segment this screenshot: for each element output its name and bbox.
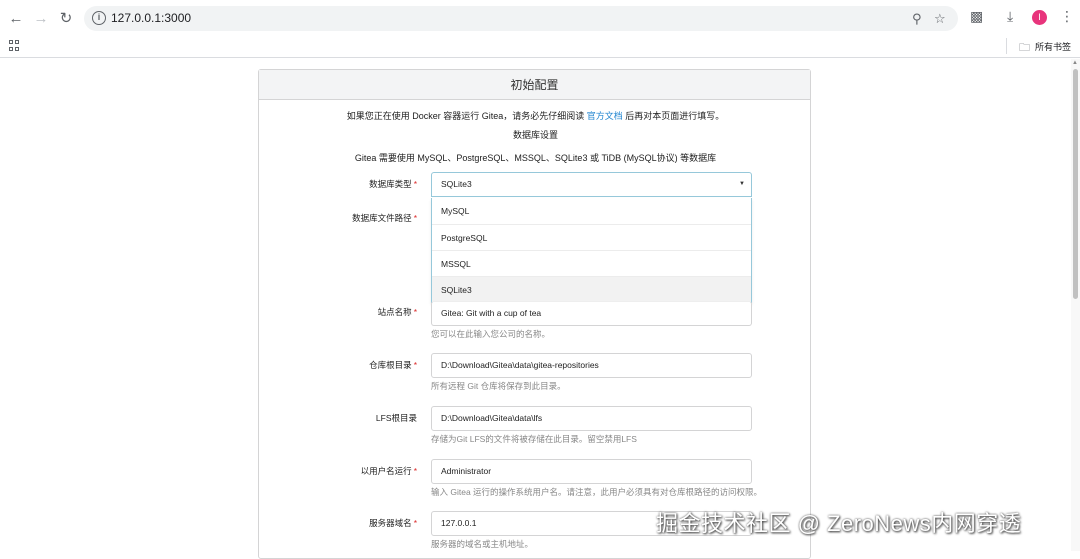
scrollbar-thumb[interactable]	[1073, 69, 1078, 299]
db-option-sqlite3[interactable]: SQLite3	[432, 276, 751, 302]
folder-icon[interactable]: 🗀	[1019, 39, 1030, 58]
menu-kebab-icon[interactable]: ⋮	[1060, 8, 1074, 25]
db-path-label: 数据库文件路径 *	[352, 213, 417, 223]
download-icon[interactable]: ⤓	[1007, 8, 1013, 25]
official-docs-link[interactable]: 官方文档	[587, 111, 623, 121]
site-name-label: 站点名称 *	[377, 307, 417, 317]
repo-root-input[interactable]: D:\Download\Gitea\data\gitea-repositorie…	[431, 353, 752, 378]
lfs-root-input[interactable]: D:\Download\Gitea\data\lfs	[431, 406, 752, 431]
db-requirements-text: Gitea 需要使用 MySQL、PostgreSQL、MSSQL、SQLite…	[354, 153, 717, 163]
domain-help: 服务器的域名或主机地址。	[431, 539, 534, 549]
repo-root-help: 所有远程 Git 仓库将保存到此目录。	[431, 381, 566, 391]
back-icon[interactable]: ←	[6, 8, 26, 28]
chevron-down-icon: ▼	[739, 181, 745, 187]
browser-toolbar: ← → ↻ i 127.0.0.1:3000 ⚲ ☆ ▩ ⤓ I ⋮	[0, 0, 1080, 36]
run-user-input[interactable]: Administrator	[431, 459, 752, 484]
bookmarks-divider	[1006, 38, 1007, 54]
extensions-icon[interactable]: ▩	[970, 8, 983, 25]
db-option-postgresql[interactable]: PostgreSQL	[432, 224, 751, 250]
docker-notice: 如果您正在使用 Docker 容器运行 Gitea，请务必先仔细阅读 官方文档 …	[259, 109, 812, 122]
db-type-dropdown-menu: MySQL PostgreSQL MSSQL SQLite3	[431, 198, 752, 303]
site-info-icon[interactable]: i	[92, 11, 106, 25]
site-name-help: 您可以在此输入您公司的名称。	[431, 329, 551, 339]
apps-grid-icon[interactable]	[9, 40, 20, 51]
zoom-icon[interactable]: ⚲	[912, 11, 922, 27]
all-bookmarks-link[interactable]: 所有书签	[1035, 40, 1071, 53]
watermark: 掘金技术社区 @ ZeroNews内网穿透	[656, 511, 1022, 536]
db-section-title: 数据库设置	[512, 130, 558, 140]
db-type-label: 数据库类型 *	[369, 179, 417, 189]
docker-notice-suffix: 后再对本页面进行填写。	[625, 111, 725, 121]
run-user-help: 输入 Gitea 运行的操作系统用户名。请注意，此用户必须具有对仓库根路径的访问…	[431, 487, 763, 497]
repo-root-label: 仓库根目录 *	[369, 360, 417, 370]
lfs-root-label: LFS根目录	[375, 413, 417, 423]
reload-icon[interactable]: ↻	[56, 8, 76, 28]
bookmarks-bar: 🗀 所有书签	[0, 36, 1080, 58]
scroll-up-icon[interactable]: ▲	[1072, 60, 1078, 66]
docker-notice-text: 如果您正在使用 Docker 容器运行 Gitea，请务必先仔细阅读	[346, 111, 585, 121]
page-title: 初始配置	[259, 70, 810, 100]
profile-avatar[interactable]: I	[1032, 10, 1047, 25]
url-text[interactable]: 127.0.0.1:3000	[111, 11, 191, 25]
address-bar[interactable]: i 127.0.0.1:3000 ⚲ ☆	[84, 6, 958, 31]
db-type-select[interactable]: SQLite3 ▼	[431, 172, 752, 197]
domain-label: 服务器域名 *	[369, 518, 417, 528]
run-user-label: 以用户名运行 *	[360, 466, 417, 476]
install-form-card: 初始配置 如果您正在使用 Docker 容器运行 Gitea，请务必先仔细阅读 …	[258, 69, 811, 559]
db-option-mssql[interactable]: MSSQL	[432, 250, 751, 276]
page-scrollbar[interactable]: ▲	[1071, 59, 1080, 551]
bookmark-star-icon[interactable]: ☆	[934, 11, 946, 27]
lfs-root-help: 存储为Git LFS的文件将被存储在此目录。留空禁用LFS	[431, 434, 637, 444]
forward-icon[interactable]: →	[31, 8, 51, 28]
site-name-input[interactable]: Gitea: Git with a cup of tea	[431, 301, 752, 326]
db-option-mysql[interactable]: MySQL	[432, 198, 751, 224]
db-type-value: SQLite3	[441, 179, 472, 189]
